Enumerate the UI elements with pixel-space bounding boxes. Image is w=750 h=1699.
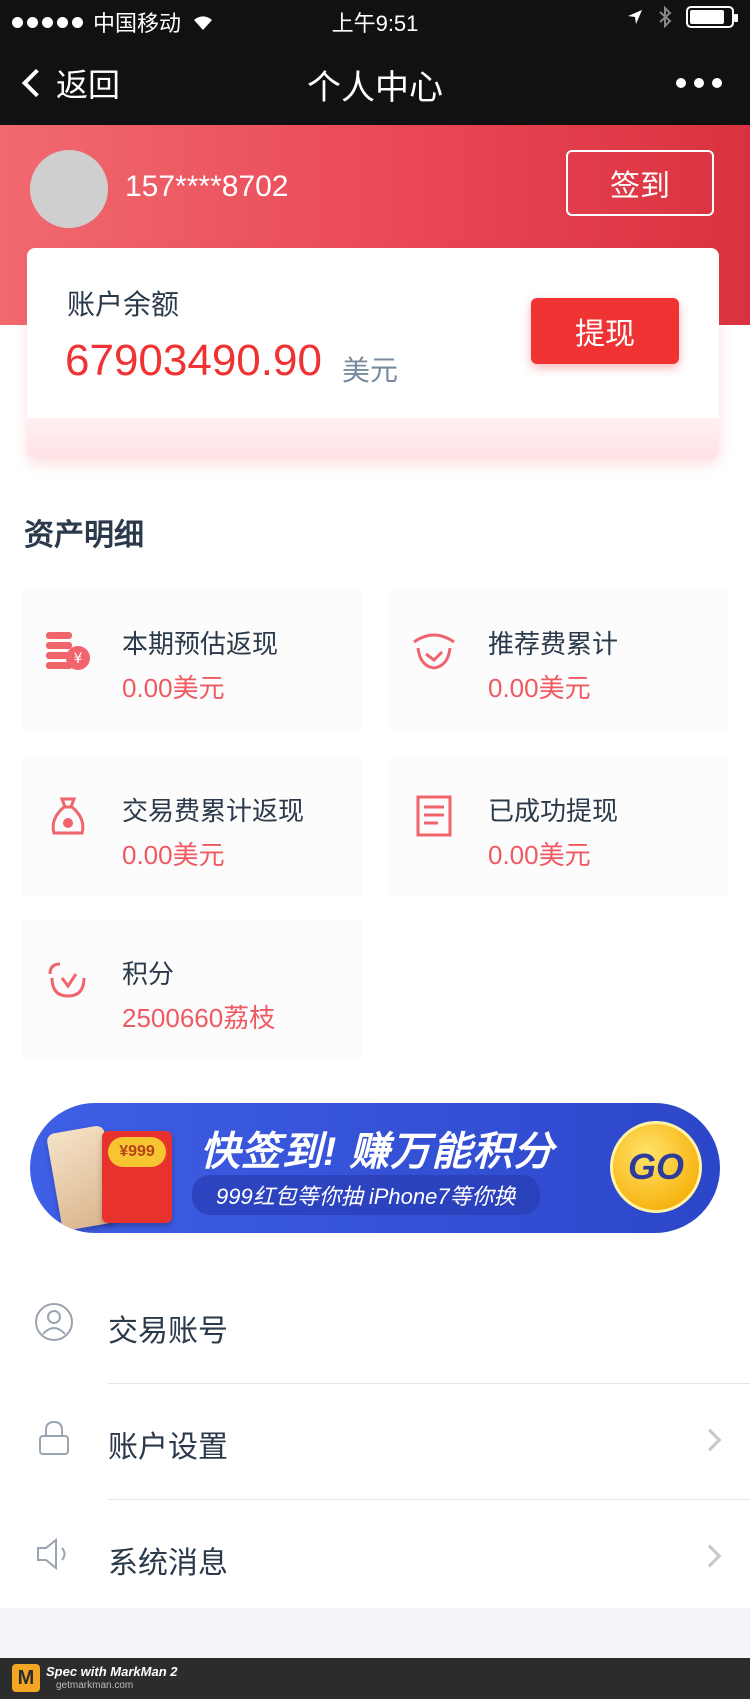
asset-tile-points[interactable]: 积分 2500660荔枝 bbox=[22, 920, 362, 1060]
asset-tile-fee-cashback[interactable]: 交易费累计返现 0.00美元 bbox=[22, 757, 362, 897]
markman-line2: getmarkman.com bbox=[56, 1680, 134, 1691]
menu-item-account-settings[interactable]: 账户设置 bbox=[0, 1384, 750, 1499]
asset-label: 已成功提现 bbox=[488, 796, 619, 826]
chevron-right-icon bbox=[698, 1544, 722, 1568]
receipt-icon bbox=[416, 795, 452, 837]
asset-value: 0.00美元 bbox=[122, 673, 225, 703]
banner-headline: 快签到! 赚万能积分 bbox=[200, 1130, 555, 1174]
user-icon bbox=[35, 1303, 73, 1341]
asset-tile-referral-fee[interactable]: 推荐费累计 0.00美元 bbox=[388, 590, 728, 730]
nav-bar: 返回 个人中心 bbox=[0, 40, 750, 125]
svg-text:¥: ¥ bbox=[74, 651, 83, 667]
bluetooth-icon bbox=[659, 6, 672, 28]
go-button[interactable]: GO bbox=[610, 1121, 702, 1213]
markman-line1: Spec with MarkMan 2 bbox=[46, 1664, 178, 1679]
balance-currency: 美元 bbox=[342, 355, 399, 386]
asset-label: 积分 bbox=[122, 959, 175, 989]
markman-logo-icon: M bbox=[12, 1664, 40, 1692]
asset-value: 0.00美元 bbox=[122, 840, 225, 870]
banner-subline: 999红包等你抽 iPhone7等你换 bbox=[192, 1175, 540, 1215]
red-envelope-icon: ¥999 bbox=[102, 1131, 172, 1223]
menu-label: 交易账号 bbox=[108, 1315, 228, 1348]
menu-item-trading-account[interactable]: 交易账号 bbox=[0, 1268, 750, 1383]
coin-badge: ¥999 bbox=[108, 1137, 166, 1167]
more-icon[interactable] bbox=[676, 78, 722, 88]
menu-item-system-messages[interactable]: 系统消息 bbox=[0, 1500, 750, 1615]
asset-label: 推荐费累计 bbox=[488, 629, 619, 659]
points-icon bbox=[48, 962, 86, 998]
money-bag-icon bbox=[51, 797, 85, 835]
lock-icon bbox=[39, 1420, 69, 1455]
balance-amount: 67903490.90 bbox=[65, 336, 322, 385]
asset-value: 0.00美元 bbox=[488, 673, 591, 703]
page-title: 个人中心 bbox=[307, 69, 443, 107]
chevron-right-icon bbox=[698, 1428, 722, 1452]
balance-label: 账户余额 bbox=[67, 289, 180, 320]
user-phone: 157****8702 bbox=[125, 170, 289, 203]
markman-watermark: M Spec with MarkMan 2 getmarkman.com bbox=[0, 1658, 750, 1699]
withdraw-button[interactable]: 提现 bbox=[531, 298, 679, 364]
asset-value: 0.00美元 bbox=[488, 840, 591, 870]
speaker-icon bbox=[37, 1537, 66, 1571]
asset-value: 2500660荔枝 bbox=[122, 1003, 276, 1033]
location-icon bbox=[628, 10, 642, 24]
menu-label: 系统消息 bbox=[108, 1547, 228, 1580]
footer-spacer bbox=[0, 1608, 750, 1658]
handshake-icon bbox=[413, 633, 455, 670]
status-bar: 中国移动 上午9:51 bbox=[0, 0, 750, 40]
checkin-banner[interactable]: ¥999 快签到! 赚万能积分 999红包等你抽 iPhone7等你换 GO bbox=[30, 1103, 720, 1233]
asset-label: 交易费累计返现 bbox=[122, 796, 305, 826]
asset-label: 本期预估返现 bbox=[122, 629, 279, 659]
menu-label: 账户设置 bbox=[108, 1431, 228, 1464]
assets-title: 资产明细 bbox=[24, 519, 144, 552]
balance-card: 账户余额 67903490.90 美元 提现 bbox=[27, 248, 719, 458]
avatar[interactable] bbox=[30, 150, 108, 228]
coins-icon: ¥ bbox=[46, 632, 90, 670]
asset-tile-estimated-cashback[interactable]: ¥ 本期预估返现 0.00美元 bbox=[22, 590, 362, 730]
checkin-button[interactable]: 签到 bbox=[566, 150, 714, 216]
battery-icon bbox=[686, 6, 738, 28]
asset-tile-withdrawn[interactable]: 已成功提现 0.00美元 bbox=[388, 757, 728, 897]
